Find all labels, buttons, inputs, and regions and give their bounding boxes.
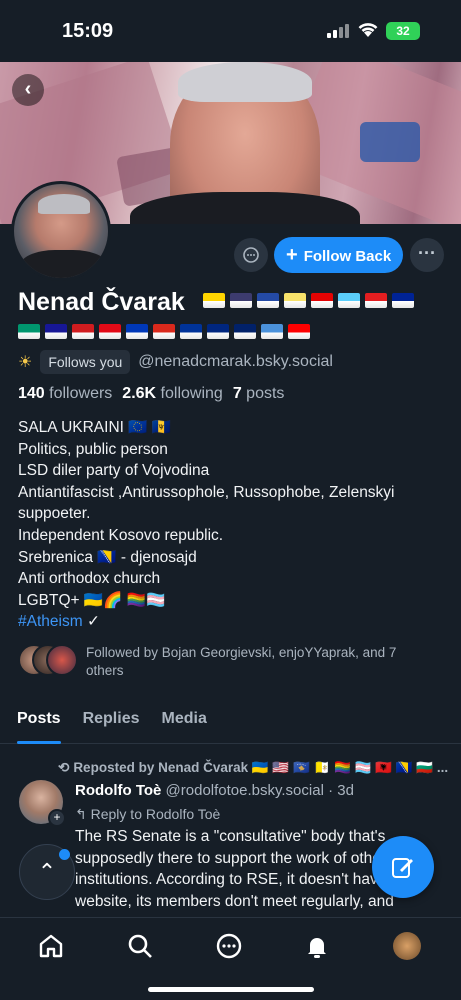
new-posts-indicator	[59, 849, 70, 860]
flag-emoji	[230, 293, 252, 308]
tab-replies[interactable]: Replies	[83, 700, 140, 743]
compose-icon	[392, 858, 413, 878]
flag-emoji	[365, 293, 387, 308]
nav-home[interactable]	[36, 932, 66, 962]
profile-avatar[interactable]	[11, 181, 111, 281]
post-author[interactable]: Rodolfo Toè	[75, 782, 161, 799]
repost-icon: ⟲	[58, 760, 70, 775]
flag-emoji	[257, 293, 279, 308]
tab-posts[interactable]: Posts	[17, 700, 61, 744]
flag-emoji	[284, 293, 306, 308]
posts-count: 7 posts	[232, 385, 285, 402]
flag-emoji	[338, 293, 360, 308]
bell-icon	[308, 938, 326, 958]
flag-emoji	[261, 324, 283, 339]
reply-to-label[interactable]: ↰ Reply to Rodolfo Toè	[75, 806, 220, 823]
flag-emoji	[311, 293, 333, 308]
post-time: · 3d	[328, 782, 354, 799]
more-options-button[interactable]: ···	[410, 238, 444, 272]
followed-by[interactable]: Followed by Bojan Georgievski, enjoYYapr…	[18, 644, 436, 680]
signal-icon	[327, 24, 349, 38]
compose-button[interactable]	[372, 836, 434, 898]
repost-label[interactable]: ⟲ Reposted by Nenad Čvarak 🇺🇦 🇺🇸 🇽🇰 🇻🇦 🏳…	[58, 760, 448, 776]
bio-line: SALA UKRAINI 🇪🇺 🇧🇧	[18, 419, 172, 436]
flag-emoji	[18, 324, 40, 339]
bio-line: Srebrenica 🇧🇦 - djenosajd	[18, 548, 197, 566]
reply-icon: ↰	[75, 806, 87, 822]
bio-line: Anti orthodox church	[18, 570, 161, 588]
flag-emoji	[126, 324, 148, 339]
sun-icon: ☀	[18, 354, 33, 371]
flag-emoji	[392, 293, 414, 308]
more-icon: ···	[418, 243, 436, 263]
chevron-up-icon: ⌃	[37, 859, 57, 884]
nav-search[interactable]	[125, 932, 155, 962]
battery-icon: 32	[386, 22, 420, 40]
bio-line: Politics, public person	[18, 440, 168, 458]
message-button[interactable]	[234, 238, 268, 272]
follow-back-button[interactable]: + Follow Back	[274, 237, 403, 273]
profile-tabs: Posts Replies Media	[0, 700, 461, 744]
flag-emoji	[72, 324, 94, 339]
plus-icon[interactable]: +	[48, 809, 66, 827]
followers-avatars	[18, 644, 78, 678]
flag-emoji	[45, 324, 67, 339]
flag-emoji	[180, 324, 202, 339]
flag-emoji	[153, 324, 175, 339]
home-icon	[39, 934, 63, 958]
search-icon	[128, 934, 152, 958]
profile-stats: 140 followers 2.6K following 7 posts	[18, 385, 284, 403]
post-author-handle: @rodolfotoe.bsky.social	[165, 782, 324, 799]
flag-emoji	[99, 324, 121, 339]
bio-line: Independent Kosovo republic.	[18, 526, 224, 544]
chat-icon	[243, 247, 259, 263]
plus-icon: +	[286, 244, 298, 266]
follows-you-badge: Follows you	[40, 350, 131, 374]
name-flags	[203, 293, 414, 308]
nav-notifications[interactable]	[302, 932, 332, 962]
nav-profile-avatar[interactable]	[392, 932, 422, 962]
tab-media[interactable]: Media	[162, 700, 207, 743]
messages-icon	[216, 933, 242, 959]
scroll-to-top-button[interactable]: ⌃	[19, 844, 75, 900]
flag-emoji	[203, 293, 225, 308]
bio-line: Antiantifascist ,Antirussophole, Russoph…	[18, 483, 395, 523]
profile-bio: SALA UKRAINI 🇪🇺 🇧🇧 Politics, public pers…	[18, 417, 448, 633]
post-author-avatar[interactable]: +	[19, 780, 66, 827]
bio-line: LGBTQ+ 🇺🇦🌈 🏳️‍🌈🏳️‍⚧️	[18, 591, 166, 609]
following-link[interactable]: 2.6K following	[122, 385, 223, 403]
name-flags-row2	[18, 324, 310, 339]
profile-handle: @nenadcmarak.bsky.social	[138, 353, 333, 370]
flag-emoji	[207, 324, 229, 339]
display-name: Nenad Čvarak	[18, 288, 185, 316]
bottom-nav	[0, 917, 461, 1000]
hashtag-link[interactable]: #Atheism	[18, 613, 83, 630]
check-icon: ✓	[86, 613, 100, 631]
back-button[interactable]: ‹	[12, 74, 44, 106]
post-header: Rodolfo Toè @rodolfotoe.bsky.social · 3d	[75, 782, 354, 799]
back-icon: ‹	[24, 78, 32, 100]
wifi-icon	[358, 23, 378, 37]
flag-emoji	[234, 324, 256, 339]
status-bar: 15:09 32	[0, 0, 461, 62]
followers-link[interactable]: 140 followers	[18, 385, 112, 403]
home-indicator	[148, 987, 314, 992]
status-time: 15:09	[62, 20, 114, 42]
bio-line: LSD diler party of Vojvodina	[18, 462, 210, 480]
flag-emoji	[288, 324, 310, 339]
nav-messages[interactable]	[214, 932, 244, 962]
